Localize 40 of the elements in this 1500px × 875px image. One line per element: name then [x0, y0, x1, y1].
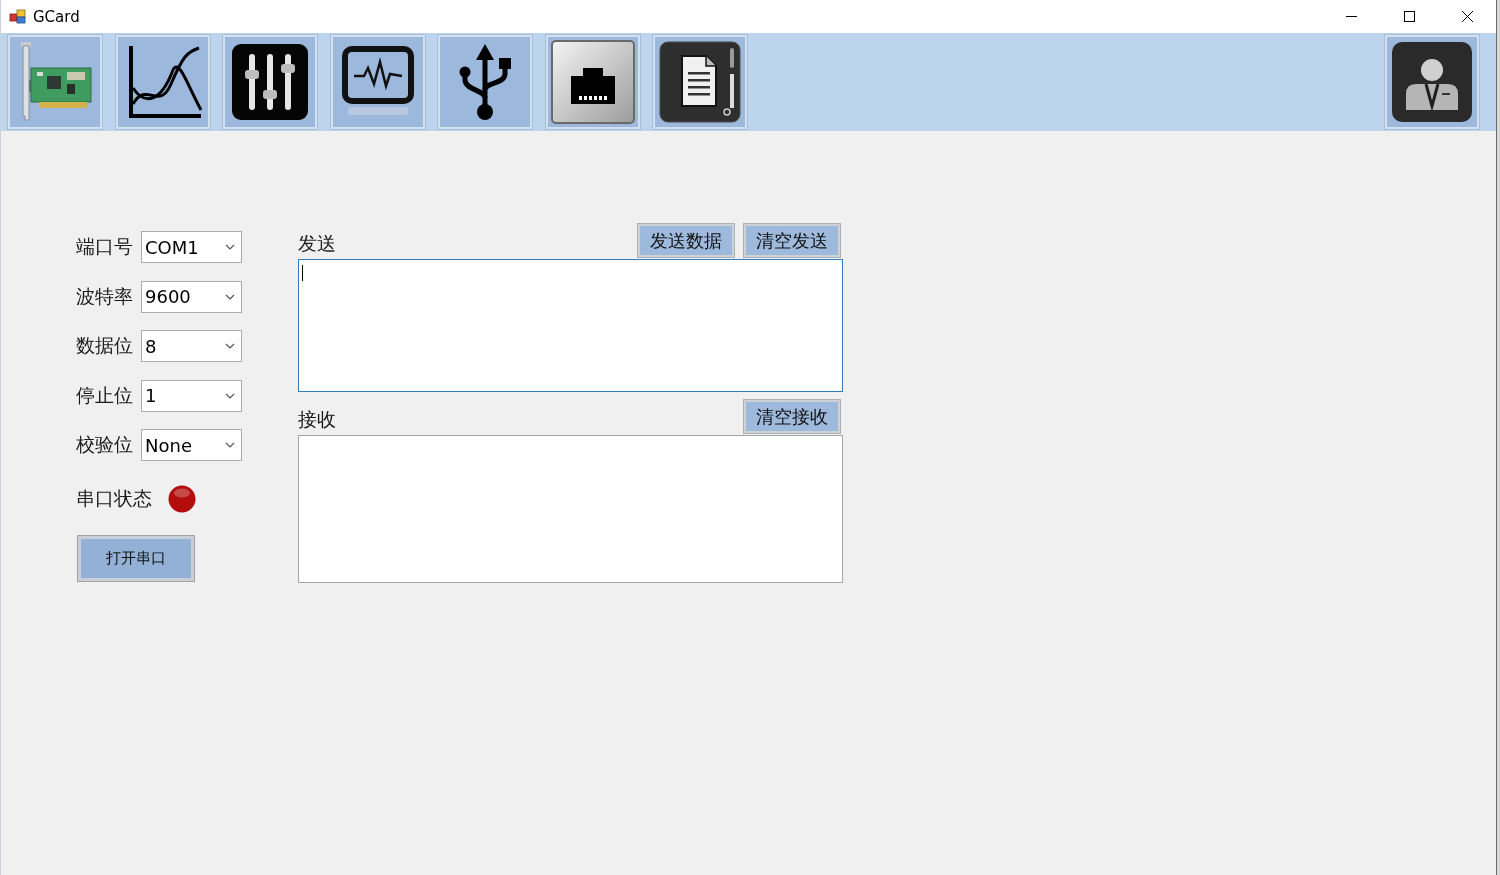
app-icon [9, 8, 26, 25]
section-label: 接收 [298, 406, 336, 432]
receive-text-field[interactable] [298, 435, 843, 583]
field-label: 波特率 [76, 283, 133, 309]
field-label: 端口号 [76, 234, 133, 259]
field-label: 数据位 [76, 333, 133, 358]
toolbar-button[interactable] [330, 35, 425, 129]
ethernet-port-icon [550, 40, 635, 124]
toolbar-button[interactable] [223, 35, 317, 129]
chevron-down-icon [225, 392, 235, 399]
field-label: 校验位 [76, 432, 133, 457]
chevron-down-icon [225, 343, 235, 349]
dropdown-field[interactable]: 8 [141, 330, 242, 362]
action-button[interactable]: 清空接收 [744, 400, 840, 433]
section-label: 发送 [298, 230, 336, 256]
document-icon [658, 40, 742, 124]
dropdown-field[interactable]: None [141, 429, 242, 461]
field-label: 停止位 [76, 382, 133, 408]
chevron-down-icon [225, 244, 235, 250]
action-button[interactable]: 发送数据 [638, 224, 734, 257]
dropdown-field[interactable]: 1 [141, 379, 242, 412]
chevron-down-icon [225, 293, 235, 300]
text-cursor-icon [302, 265, 303, 281]
toolbar-button[interactable] [8, 35, 102, 129]
action-button[interactable]: 清空发送 [744, 224, 840, 257]
window-title: GCard [33, 7, 80, 26]
maximize-icon [1403, 11, 1415, 22]
send-text-field[interactable] [298, 259, 843, 392]
user-icon [1390, 40, 1474, 124]
dropdown-field[interactable]: COM1 [141, 231, 242, 263]
open-port-button[interactable]: 打开串口 [78, 536, 194, 581]
toolbar-button[interactable] [438, 35, 532, 129]
toolbar-button[interactable] [115, 35, 210, 129]
status-label: 串口状态 [76, 486, 152, 511]
chevron-down-icon [225, 442, 235, 448]
close-icon [1461, 11, 1473, 22]
toolbar-button[interactable] [1385, 35, 1479, 129]
dropdown-field[interactable]: 9600 [141, 280, 242, 313]
toolbar-button[interactable] [545, 35, 640, 129]
toolbar-button[interactable] [653, 35, 747, 129]
